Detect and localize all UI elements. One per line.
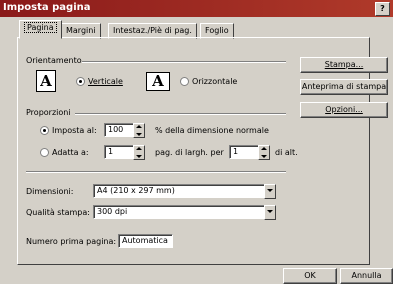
adjust-to-radio[interactable]	[40, 126, 49, 135]
fit-to-label[interactable]: Adatta a:	[52, 148, 89, 157]
tab-pagina-label: Pagina	[24, 22, 57, 33]
spinner-up-icon	[261, 147, 267, 150]
fit-to-radio[interactable]	[40, 148, 49, 157]
tab-pagina[interactable]: Pagina	[19, 20, 62, 39]
first-page-number-field[interactable]: Automatica	[118, 234, 173, 248]
print-button[interactable]: Stampa...	[300, 57, 388, 73]
print-button-label: Stampa...	[324, 60, 364, 69]
landscape-icon: A	[146, 72, 170, 91]
options-button-label: Opzioni...	[325, 105, 363, 114]
spinner-down-icon	[136, 155, 142, 158]
spinner-up-icon	[136, 147, 142, 150]
print-quality-label: Qualità stampa:	[26, 208, 90, 217]
orientation-group-label: Orientamento	[26, 56, 82, 65]
cancel-button-label: Annulla	[351, 271, 382, 280]
adjust-to-label[interactable]: Imposta al:	[52, 126, 97, 135]
fit-middle-label: pag. di largh. per	[155, 148, 224, 157]
print-preview-button-label: Anteprima di stampa	[301, 82, 387, 91]
paper-size-label: Dimensioni:	[26, 187, 74, 196]
tab-foglio-label: Foglio	[205, 26, 229, 35]
adjust-percent-suffix: % della dimensione normale	[155, 126, 269, 135]
orientation-group-line	[82, 61, 286, 63]
print-quality-dropdown-button[interactable]	[264, 205, 276, 220]
adjust-percent-field[interactable]: 100	[104, 123, 135, 137]
spinner-down-icon	[136, 133, 142, 136]
cancel-button[interactable]: Annulla	[340, 268, 393, 284]
tab-margini-label: Margini	[66, 26, 96, 35]
scaling-group-line	[75, 113, 286, 115]
first-page-number-label: Numero prima pagina:	[26, 237, 117, 246]
paper-size-dropdown-button[interactable]	[264, 184, 276, 199]
ok-button[interactable]: OK	[283, 268, 337, 284]
fit-wide-field[interactable]: 1	[104, 145, 135, 159]
portrait-icon: A	[36, 70, 56, 92]
ok-button-label: OK	[304, 271, 316, 280]
help-button[interactable]: ?	[375, 2, 390, 16]
print-quality-select[interactable]: 300 dpi	[93, 205, 266, 219]
options-button[interactable]: Opzioni...	[300, 102, 388, 118]
dialog-title: Imposta pagina	[3, 2, 91, 13]
adjust-percent-spinner[interactable]	[133, 123, 145, 138]
spinner-up-icon	[136, 125, 142, 128]
landscape-radio[interactable]	[180, 77, 189, 86]
spinner-down-icon	[261, 155, 267, 158]
tab-intestazioni-label: Intestaz./Piè di pag.	[113, 26, 192, 35]
fit-tall-suffix: di alt.	[275, 148, 298, 157]
print-preview-button[interactable]: Anteprima di stampa	[300, 79, 388, 95]
fit-wide-spinner[interactable]	[133, 145, 145, 160]
landscape-label[interactable]: Orizzontale	[192, 77, 237, 86]
separator	[26, 171, 286, 173]
radio-selected-dot	[43, 129, 46, 132]
scaling-group-label: Proporzioni	[26, 108, 71, 117]
radio-selected-dot	[79, 80, 82, 83]
portrait-label[interactable]: Verticale	[88, 77, 123, 86]
chevron-down-icon	[267, 210, 273, 213]
fit-tall-field[interactable]: 1	[229, 145, 260, 159]
chevron-down-icon	[267, 189, 273, 192]
fit-tall-spinner[interactable]	[258, 145, 270, 160]
paper-size-select[interactable]: A4 (210 x 297 mm)	[93, 184, 266, 198]
portrait-radio[interactable]	[76, 77, 85, 86]
